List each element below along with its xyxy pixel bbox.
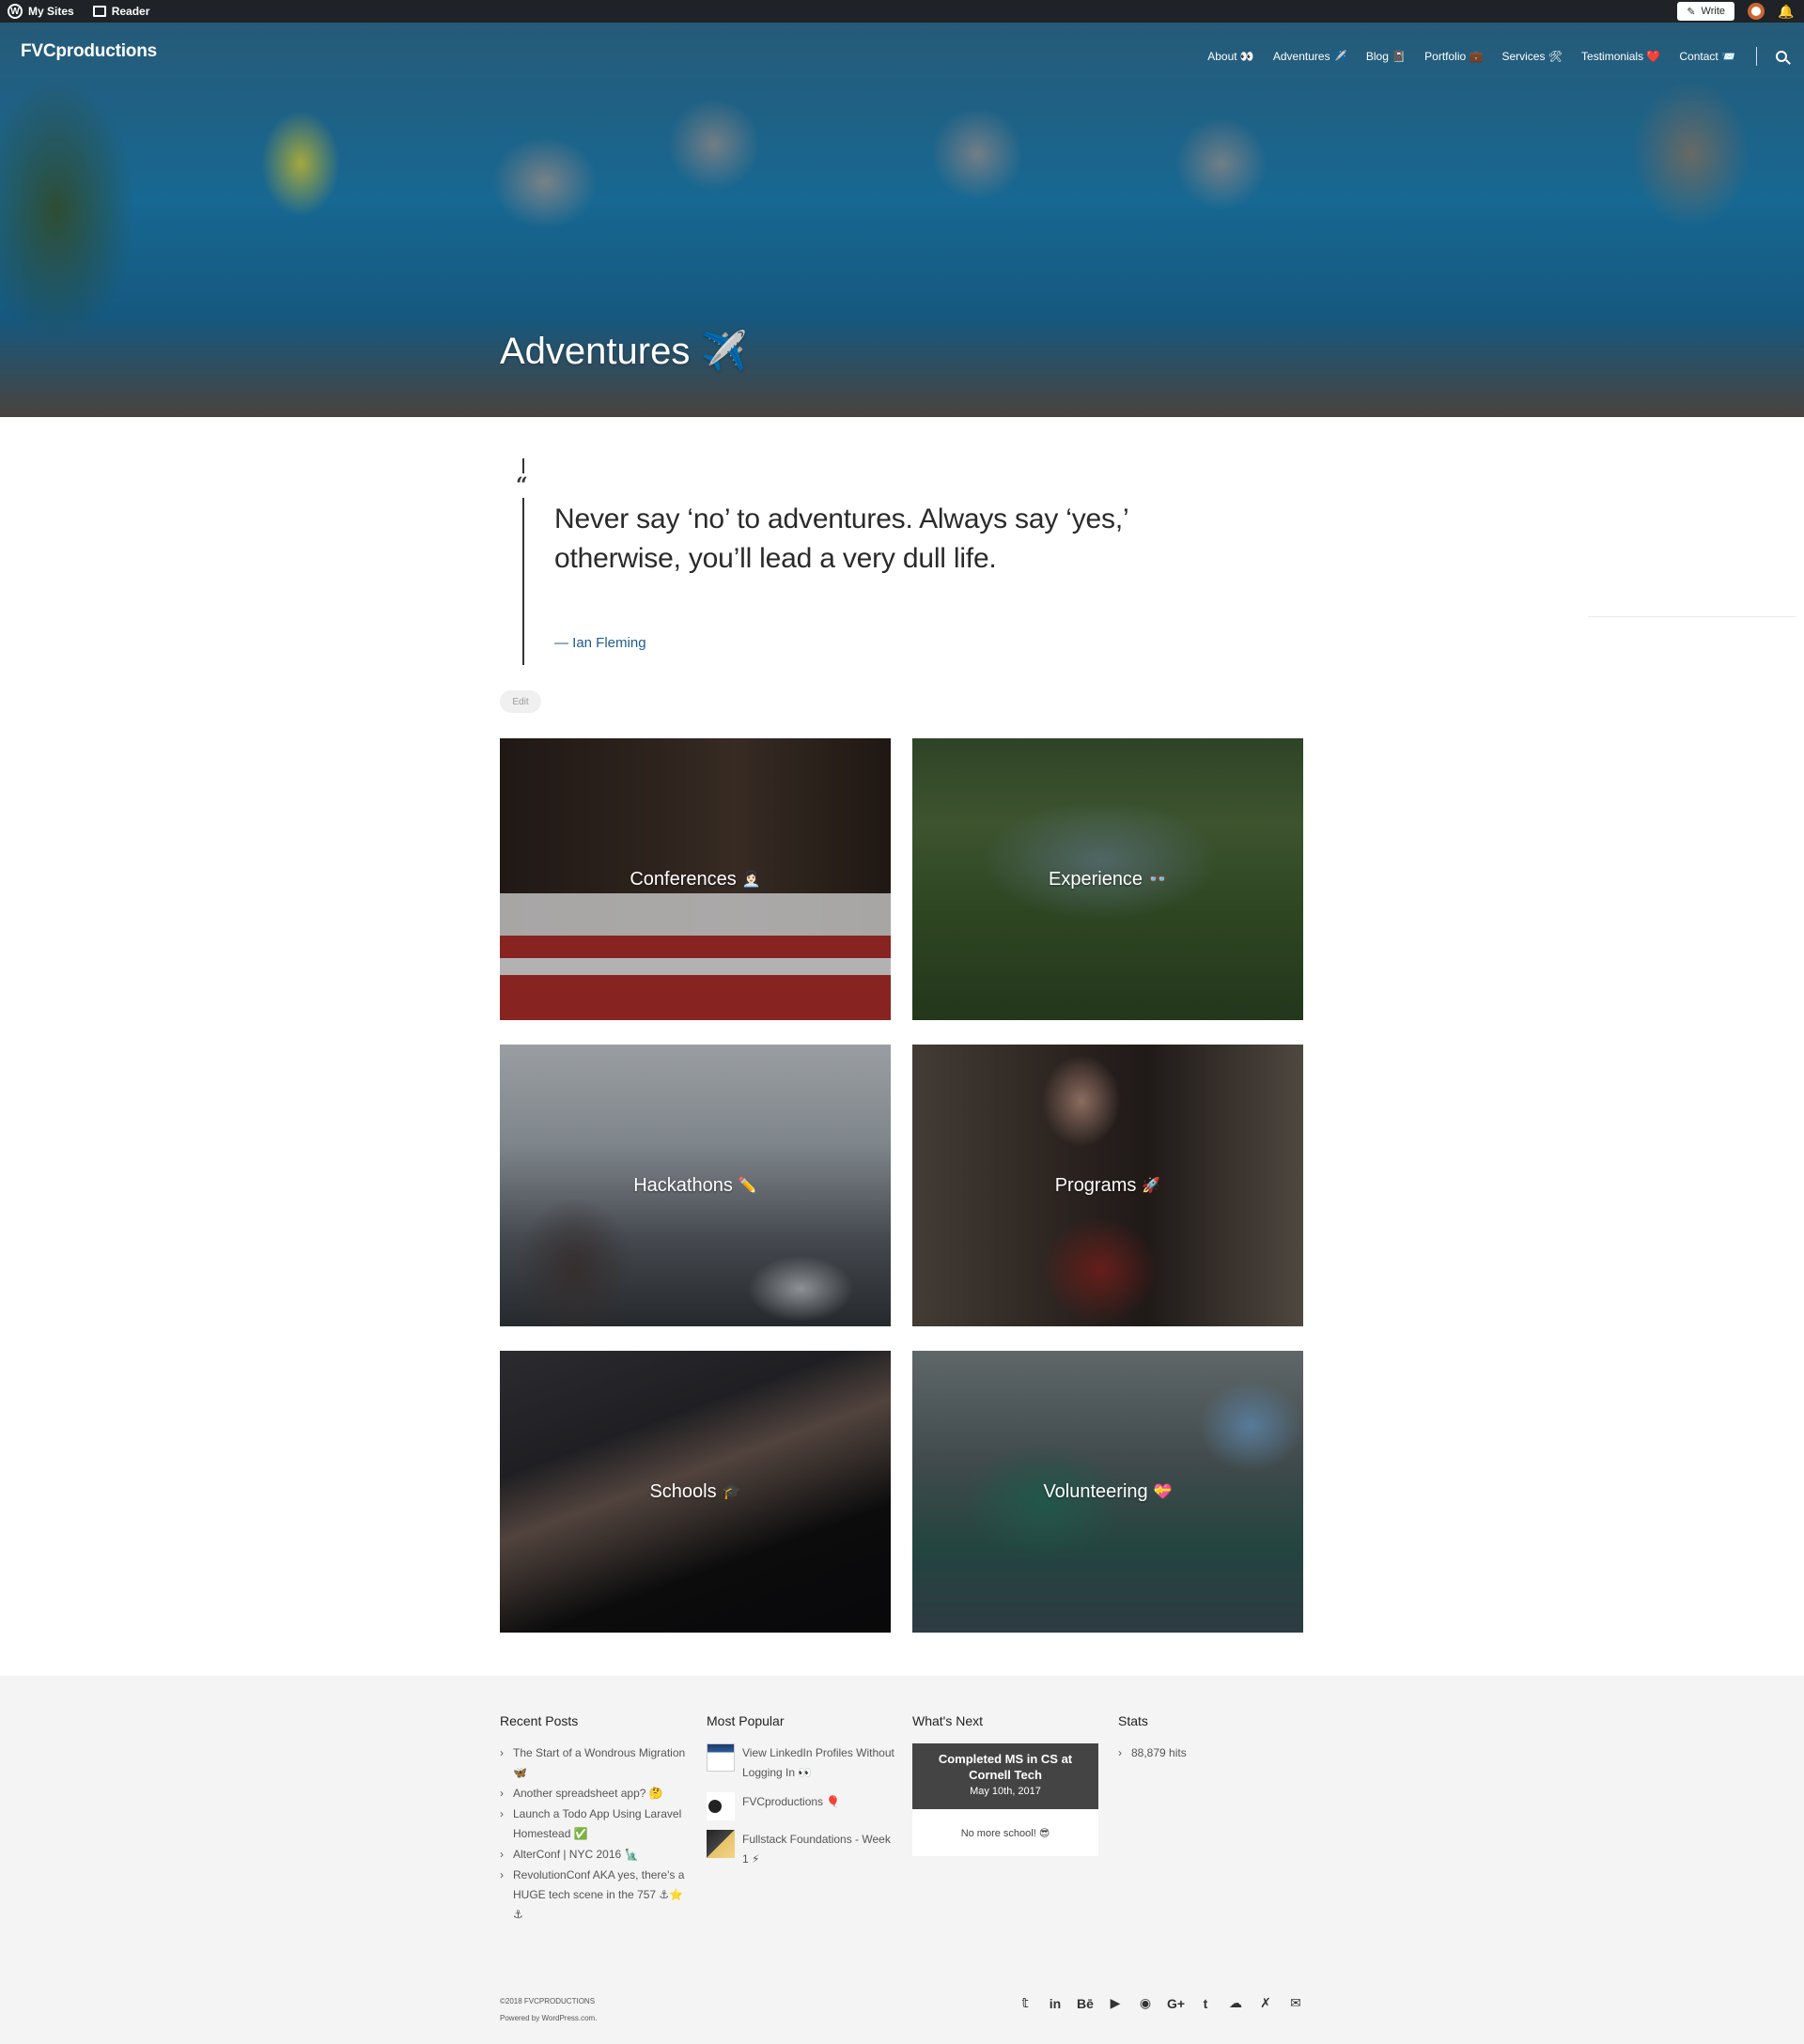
pencil-icon: ✏️ — [738, 1178, 757, 1194]
nav-testimonials[interactable]: Testimonials ❤️ — [1581, 50, 1660, 63]
heart-gift-icon: 💝 — [1153, 1484, 1173, 1500]
popular-post[interactable]: View LinkedIn Profiles Without Logging I… — [707, 1743, 894, 1783]
site-footer: Recent Posts The Start of a Wondrous Mig… — [0, 1676, 1804, 2044]
email-icon[interactable]: ✉ — [1287, 1995, 1304, 2011]
reader-label: Reader — [111, 5, 150, 18]
edit-button[interactable]: Edit — [500, 690, 541, 713]
page-title: Adventures ✈️ — [500, 331, 748, 372]
event-note: No more school! 😎 — [912, 1809, 1098, 1856]
my-sites-link[interactable]: W My Sites — [8, 4, 74, 19]
recent-post-link[interactable]: AlterConf | NYC 2016 🗽 — [500, 1845, 688, 1865]
nav-portfolio[interactable]: Portfolio 💼 — [1424, 50, 1483, 63]
most-popular-widget: Most Popular View LinkedIn Profiles With… — [707, 1713, 894, 1879]
tile-label: Programs — [1054, 1174, 1137, 1196]
admin-bar: W My Sites Reader ✎ Write 🔔 — [0, 0, 1804, 23]
whats-next-widget: What's Next Completed MS in CS at Cornel… — [912, 1713, 1100, 1856]
hero-banner: FVCproductions About 👀 Adventures ✈️ Blo… — [0, 23, 1804, 417]
widget-title: Recent Posts — [500, 1713, 579, 1728]
widget-title: Stats — [1118, 1713, 1148, 1728]
hit-counter: 88,879 hits — [1118, 1743, 1306, 1763]
widget-title: Most Popular — [707, 1713, 785, 1728]
widget-title: What's Next — [912, 1713, 984, 1728]
post-thumbnail — [707, 1792, 735, 1820]
reader-icon — [92, 6, 106, 17]
nav-contact[interactable]: Contact 📨 — [1679, 50, 1735, 63]
post-thumbnail — [707, 1830, 735, 1858]
quote-citation[interactable]: — Ian Fleming — [554, 635, 646, 651]
write-label: Write — [1701, 6, 1725, 17]
google-plus-icon[interactable]: G+ — [1167, 1996, 1185, 2011]
event-date: May 10th, 2017 — [970, 1786, 1041, 1797]
soundcloud-icon[interactable]: ☁ — [1227, 1995, 1244, 2011]
search-icon[interactable] — [1776, 51, 1787, 62]
nav-divider — [1756, 47, 1757, 66]
wordpress-icon: W — [8, 4, 23, 19]
stats-widget: Stats 88,879 hits — [1118, 1713, 1306, 1763]
recent-post-link[interactable]: The Start of a Wondrous Migration 🦋 — [500, 1743, 688, 1783]
glasses-icon: 👓 — [1148, 872, 1167, 888]
quote-text: Never say ‘no’ to adventures. Always say… — [554, 503, 1128, 574]
write-icon: ✎ — [1687, 6, 1696, 18]
divider — [1588, 616, 1796, 617]
codepen-icon[interactable]: ✗ — [1257, 1995, 1274, 2011]
tile-label: Volunteering — [1043, 1480, 1148, 1502]
countdown-card: Completed MS in CS at Cornell Tech May 1… — [912, 1743, 1098, 1856]
tile-experience[interactable]: Experience 👓 — [912, 738, 1303, 1020]
tile-label: Conferences — [630, 868, 737, 890]
reader-link[interactable]: Reader — [92, 5, 150, 18]
github-icon[interactable]: ◉ — [1137, 1995, 1154, 2011]
nav-about[interactable]: About 👀 — [1207, 50, 1254, 63]
site-title[interactable]: FVCproductions — [21, 41, 157, 62]
notifications-icon[interactable]: 🔔 — [1778, 4, 1794, 19]
popular-post-link[interactable]: Fullstack Foundations - Week 1 ⚡ — [742, 1830, 894, 1869]
popular-post[interactable]: FVCproductions 🎈 — [707, 1792, 894, 1820]
youtube-icon[interactable]: ▶ — [1107, 1995, 1124, 2011]
write-button[interactable]: ✎ Write — [1677, 2, 1734, 21]
nav-blog[interactable]: Blog 📓 — [1366, 50, 1406, 63]
my-sites-label: My Sites — [28, 5, 74, 18]
popular-post-link[interactable]: FVCproductions 🎈 — [742, 1792, 840, 1820]
twitter-icon[interactable]: 𝕥 — [1017, 1995, 1034, 2011]
tile-volunteering[interactable]: Volunteering 💝 — [912, 1351, 1303, 1633]
tile-label: Experience — [1049, 868, 1143, 890]
tile-programs[interactable]: Programs 🚀 — [912, 1045, 1303, 1326]
nav-services[interactable]: Services 🛠 — [1501, 50, 1563, 63]
graduation-icon: 🎓 — [722, 1484, 741, 1500]
post-thumbnail — [707, 1743, 735, 1772]
popular-post[interactable]: Fullstack Foundations - Week 1 ⚡ — [707, 1830, 894, 1869]
conference-icon: 👩🏻‍💼 — [741, 872, 761, 888]
countdown-header: Completed MS in CS at Cornell Tech May 1… — [912, 1743, 1098, 1809]
pull-quote: “ Never say ‘no’ to adventures. Always s… — [516, 458, 1199, 665]
main-navigation: About 👀 Adventures ✈️ Blog 📓 Portfolio 💼… — [1207, 47, 1787, 66]
powered-by-link[interactable]: Powered by WordPress.com. — [500, 2010, 597, 2027]
recent-post-link[interactable]: Another spreadsheet app? 🤔 — [500, 1784, 688, 1804]
avatar[interactable] — [1748, 3, 1765, 20]
recent-posts-widget: Recent Posts The Start of a Wondrous Mig… — [500, 1713, 688, 1926]
event-title: Completed MS in CS at Cornell Tech — [938, 1752, 1073, 1782]
social-links: 𝕥 in Bē ▶ ◉ G+ t ☁ ✗ ✉ — [1017, 1995, 1304, 2011]
recent-post-link[interactable]: Launch a Todo App Using Laravel Homestea… — [500, 1804, 688, 1844]
tile-label: Hackathons — [633, 1174, 733, 1196]
tile-label: Schools — [649, 1480, 717, 1502]
linkedin-icon[interactable]: in — [1047, 1996, 1064, 2011]
popular-post-link[interactable]: View LinkedIn Profiles Without Logging I… — [742, 1743, 894, 1783]
tile-schools[interactable]: Schools 🎓 — [500, 1351, 891, 1633]
tumblr-icon[interactable]: t — [1197, 1996, 1214, 2011]
quote-icon: “ — [516, 473, 528, 498]
copyright-text: ©2018 FVCPRODUCTIONS — [500, 1997, 596, 2005]
copyright: ©2018 FVCPRODUCTIONS Powered by WordPres… — [500, 1993, 597, 2027]
nav-adventures[interactable]: Adventures ✈️ — [1273, 50, 1347, 63]
behance-icon[interactable]: Bē — [1077, 1996, 1094, 2011]
tile-conferences[interactable]: Conferences 👩🏻‍💼 — [500, 738, 891, 1020]
rocket-icon: 🚀 — [1142, 1178, 1161, 1194]
tile-hackathons[interactable]: Hackathons ✏️ — [500, 1045, 891, 1326]
recent-post-link[interactable]: RevolutionConf AKA yes, there's a HUGE t… — [500, 1866, 688, 1925]
